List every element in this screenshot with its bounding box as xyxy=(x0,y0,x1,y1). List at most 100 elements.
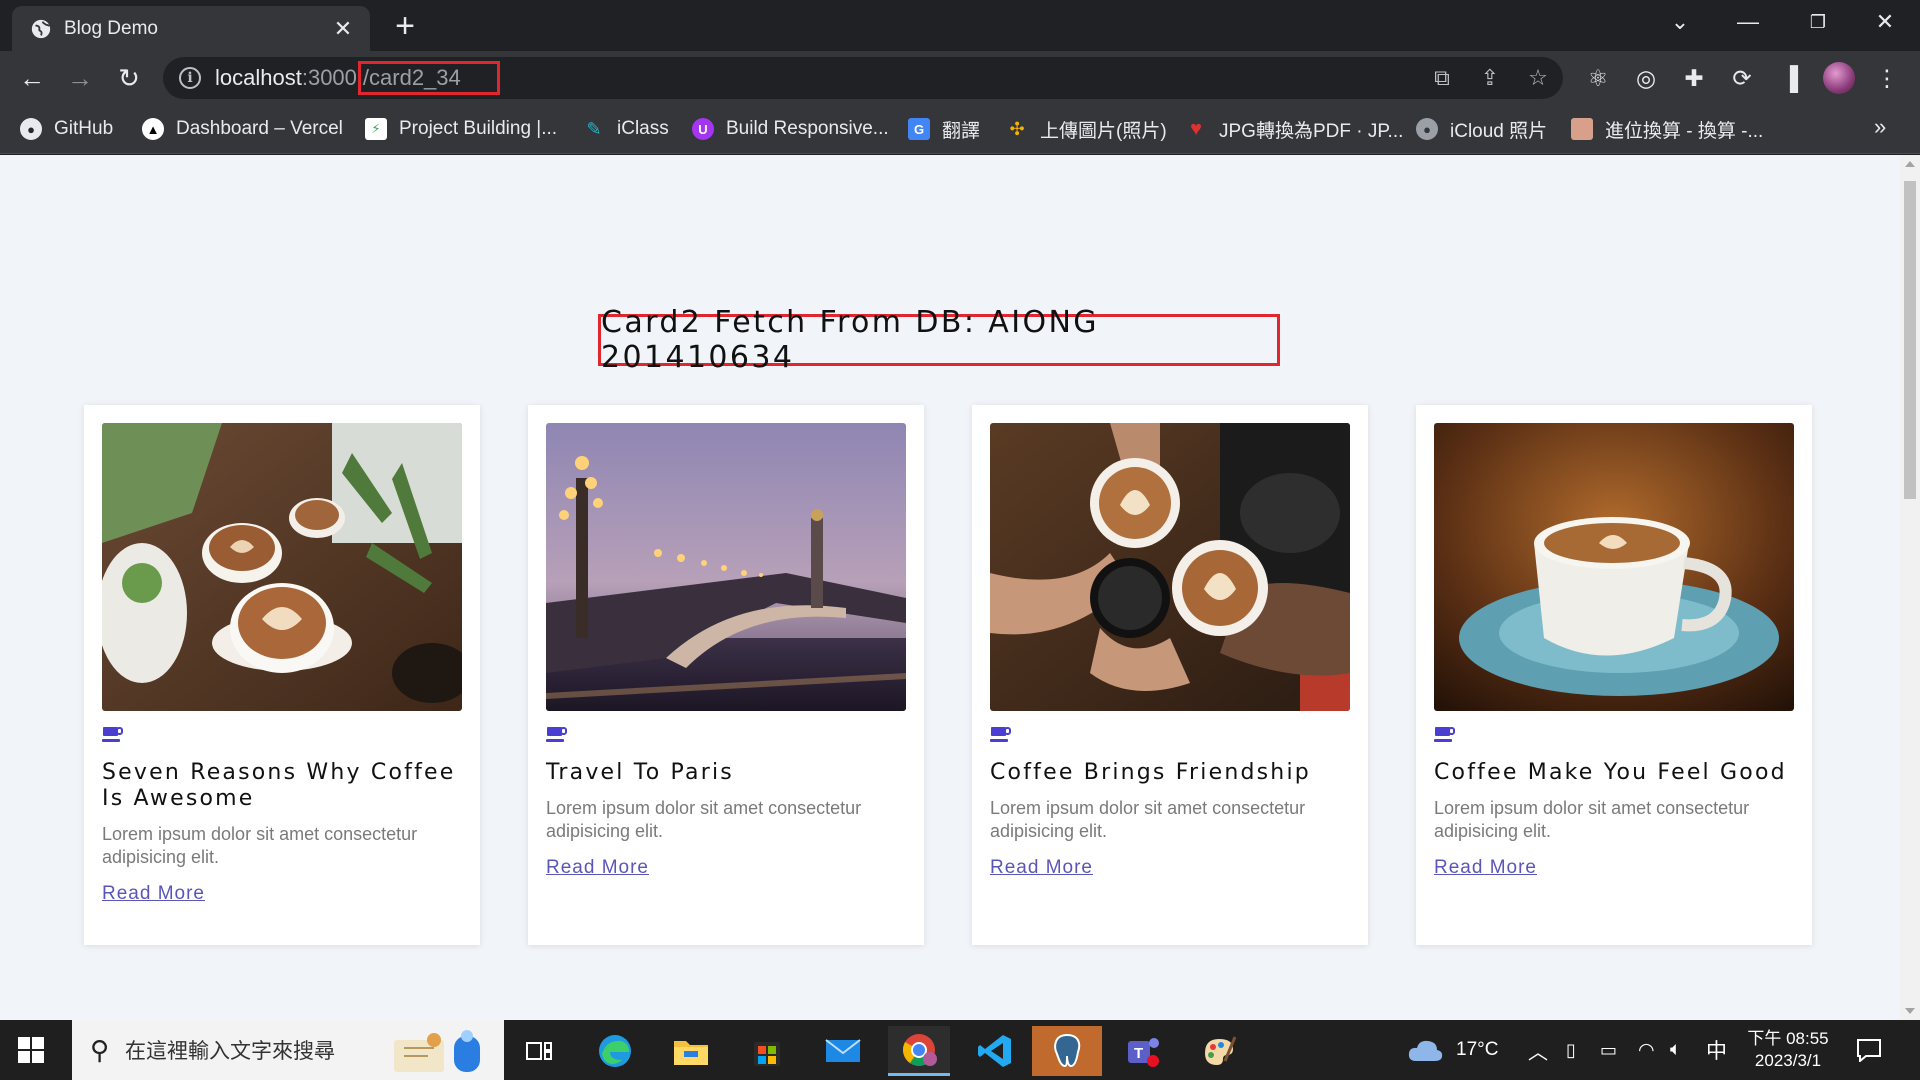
extension-target-icon[interactable]: ◎ xyxy=(1629,61,1663,95)
read-more-link[interactable]: Read More xyxy=(1434,857,1537,879)
svg-text:T: T xyxy=(1134,1045,1143,1062)
bookmark-label: 翻譯 xyxy=(942,120,981,142)
read-more-link[interactable]: Read More xyxy=(102,883,205,905)
mail-icon[interactable] xyxy=(812,1026,874,1076)
card-title: Coffee Make You Feel Good xyxy=(1434,760,1787,785)
bookmarks-bar: ● GitHub ▲ Dashboard – Vercel ⚡ Project … xyxy=(0,105,1920,154)
udemy-icon: U xyxy=(692,118,714,140)
bookmark-iclass[interactable]: ✎ iClass xyxy=(583,115,669,143)
coffee-cup-icon xyxy=(546,727,567,742)
avatar-icon xyxy=(1571,118,1593,140)
weather-widget[interactable]: 17°C xyxy=(1406,1020,1498,1080)
chrome-icon[interactable] xyxy=(888,1026,950,1076)
coffee-cup-icon xyxy=(1434,727,1455,742)
wifi-icon[interactable]: ◠ xyxy=(1638,1020,1655,1080)
site-info-icon[interactable]: i xyxy=(179,67,201,89)
tray-overflow-icon[interactable]: ︿ xyxy=(1528,1020,1548,1080)
bookmark-build-responsive[interactable]: U Build Responsive... xyxy=(692,115,889,143)
restore-button[interactable]: ❐ xyxy=(1783,0,1853,44)
reload-button[interactable]: ↻ xyxy=(112,61,146,95)
read-more-link[interactable]: Read More xyxy=(990,857,1093,879)
apple-icon: ● xyxy=(1416,118,1438,140)
bookmark-label: iCloud 照片 xyxy=(1450,120,1548,142)
taskbar-search-box[interactable]: ⚲ 在這裡輸入文字來搜尋 xyxy=(72,1020,504,1080)
blog-card: Coffee Brings Friendship Lorem ipsum dol… xyxy=(972,405,1368,945)
extensions-puzzle-icon[interactable]: ✚ xyxy=(1677,61,1711,95)
bookmark-icloud[interactable]: ● iCloud 照片 xyxy=(1416,115,1547,143)
page-heading: Card2 Fetch From DB: AIONG 201410634 xyxy=(598,305,1280,375)
windows-start-icon[interactable] xyxy=(18,1037,44,1063)
translate-page-icon[interactable]: ⧉ xyxy=(1427,63,1457,93)
bookmark-label: Project Building |... xyxy=(399,118,558,139)
tray-device-icon[interactable]: ▯ xyxy=(1566,1020,1576,1080)
search-icon: ⚲ xyxy=(90,1034,110,1065)
more-bookmarks-icon[interactable]: » xyxy=(1874,114,1886,140)
vscode-icon[interactable] xyxy=(964,1026,1026,1076)
side-panel-icon[interactable]: ▐ xyxy=(1773,61,1807,95)
bookmark-jpg-to-pdf[interactable]: ♥ JPG轉換為PDF · JP... xyxy=(1185,115,1403,143)
page-scrollbar[interactable] xyxy=(1900,155,1920,1020)
system-clock[interactable]: 下午 08:55 2023/3/1 xyxy=(1740,1028,1836,1072)
minimize-button[interactable]: — xyxy=(1713,0,1783,44)
blog-card: Seven Reasons Why Coffee Is Awesome Lore… xyxy=(84,405,480,945)
upload-icon: ✣ xyxy=(1009,118,1025,139)
iclass-icon: ✎ xyxy=(586,118,602,139)
card-image xyxy=(546,423,906,711)
tab-title: Blog Demo xyxy=(64,17,158,39)
bookmark-project-building[interactable]: ⚡ Project Building |... xyxy=(365,115,557,143)
address-bar[interactable]: i localhost :3000 /card2_34 ⧉ ⇪ ☆ xyxy=(163,57,1563,99)
ime-indicator[interactable]: 中 xyxy=(1706,1020,1727,1080)
read-more-link[interactable]: Read More xyxy=(546,857,649,879)
scrollbar-thumb[interactable] xyxy=(1904,181,1916,499)
windows-taskbar: ⚲ 在這裡輸入文字來搜尋 T 17°C ︿ ▯ ▭ ◠ 🔈︎ 中 下午 08:5… xyxy=(0,1020,1920,1080)
pgadmin-icon[interactable] xyxy=(1032,1026,1102,1076)
card-description: Lorem ipsum dolor sit amet consectetur a… xyxy=(1434,798,1750,841)
close-window-button[interactable]: ✕ xyxy=(1850,0,1920,44)
volume-icon[interactable]: 🔈︎ xyxy=(1670,1020,1681,1080)
bookmark-github[interactable]: ● GitHub xyxy=(20,115,113,143)
page-viewport: Card2 Fetch From DB: AIONG 201410634 Sev… xyxy=(0,155,1900,1020)
back-button[interactable]: ← xyxy=(15,61,49,95)
card-description: Lorem ipsum dolor sit amet consectetur a… xyxy=(990,798,1306,841)
profile-avatar[interactable] xyxy=(1823,62,1855,94)
card-image xyxy=(1434,423,1794,711)
share-icon[interactable]: ⇪ xyxy=(1475,63,1505,93)
browser-tab[interactable]: Blog Demo ✕ xyxy=(12,6,370,51)
notification-icon[interactable] xyxy=(1856,1020,1882,1080)
new-tab-button[interactable]: + xyxy=(388,9,422,44)
paint-icon[interactable] xyxy=(1188,1026,1250,1076)
menu-kebab-icon[interactable]: ⋮ xyxy=(1870,61,1904,95)
url-host: localhost xyxy=(215,65,302,90)
url-path: /card2_34 xyxy=(357,61,500,95)
scroll-up-arrow-icon[interactable] xyxy=(1905,161,1915,167)
scroll-down-arrow-icon[interactable] xyxy=(1905,1008,1915,1014)
microsoft-store-icon[interactable] xyxy=(736,1026,798,1076)
project-icon: ⚡ xyxy=(365,118,387,140)
battery-icon[interactable]: ▭ xyxy=(1600,1020,1617,1080)
close-tab-icon[interactable]: ✕ xyxy=(330,16,356,42)
bookmark-upload-image[interactable]: ✣ 上傳圖片(照片) xyxy=(1006,115,1167,143)
forward-button[interactable]: → xyxy=(63,61,97,95)
bookmark-star-icon[interactable]: ☆ xyxy=(1523,63,1553,93)
vercel-icon: ▲ xyxy=(142,118,164,140)
bookmark-label: 上傳圖片(照片) xyxy=(1040,120,1167,142)
bookmark-translate[interactable]: G 翻譯 xyxy=(908,115,980,143)
react-devtools-icon[interactable]: ⚛ xyxy=(1581,61,1615,95)
bookmark-base-conversion[interactable]: 進位換算 - 換算 -... xyxy=(1571,115,1763,143)
bookmark-vercel[interactable]: ▲ Dashboard – Vercel xyxy=(142,115,343,143)
tab-search-icon[interactable]: ⌄ xyxy=(1645,0,1715,44)
edge-browser-icon[interactable] xyxy=(584,1026,646,1076)
weather-temperature: 17°C xyxy=(1456,1039,1499,1060)
coffee-cup-icon xyxy=(102,727,123,742)
teams-icon[interactable]: T xyxy=(1112,1026,1174,1076)
bookmark-label: iClass xyxy=(617,118,669,139)
card-title: Seven Reasons Why Coffee Is Awesome xyxy=(102,760,456,811)
cloud-icon xyxy=(1408,1040,1443,1061)
tab-strip: Blog Demo ✕ + ⌄ — ❐ ✕ xyxy=(0,0,1920,51)
search-highlight-illustration xyxy=(394,1030,480,1072)
performance-icon[interactable]: ⟳ xyxy=(1725,61,1759,95)
file-explorer-icon[interactable] xyxy=(660,1026,722,1076)
search-placeholder: 在這裡輸入文字來搜尋 xyxy=(125,1040,336,1063)
task-view-icon[interactable] xyxy=(508,1026,570,1076)
card-title: Coffee Brings Friendship xyxy=(990,760,1311,785)
